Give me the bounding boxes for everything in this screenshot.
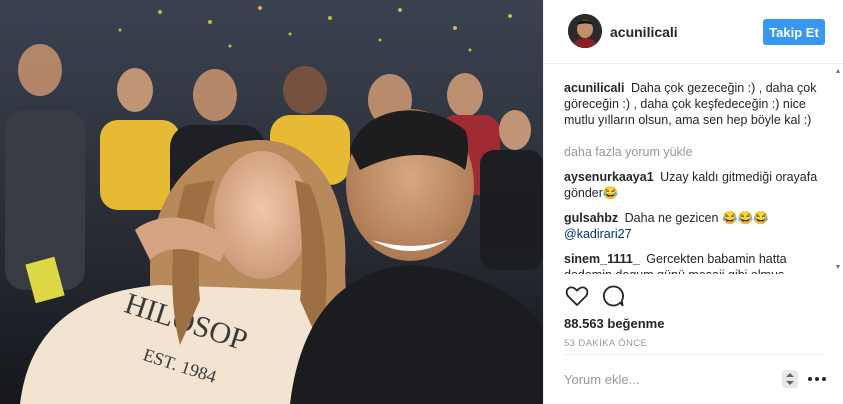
avatar-image	[568, 14, 602, 48]
more-dots-icon	[808, 377, 826, 381]
comment-mention-link[interactable]: @kadirari27	[564, 226, 826, 242]
heart-icon	[565, 286, 589, 306]
comment-username[interactable]: gulsahbz	[564, 211, 618, 225]
comment-username[interactable]: sinem_1111_	[564, 252, 640, 266]
like-button[interactable]	[564, 283, 590, 309]
comments-scrollbar[interactable]: ▲ ▼	[834, 66, 842, 274]
post-header: acunilicali Takip Et	[544, 0, 843, 64]
header-username[interactable]: acunilicali	[610, 24, 678, 40]
likes-count[interactable]: 88.563 beğenme	[564, 316, 664, 331]
post-timestamp[interactable]: 53 DAKİKA ÖNCE	[564, 338, 647, 349]
scroll-up-arrow-icon[interactable]: ▲	[834, 68, 842, 76]
comment-button[interactable]	[600, 283, 626, 309]
comment-item: gulsahbz Daha ne gezicen 😂😂😂 @kadirari27	[564, 210, 826, 242]
load-more-comments-link[interactable]: daha fazla yorum yükle	[564, 144, 826, 160]
up-down-arrows-icon	[786, 373, 794, 385]
comment-item: aysenurkaaya1 Uzay kaldı gitmediği oraya…	[564, 169, 826, 201]
comment-icon	[602, 285, 624, 307]
more-options-button[interactable]	[806, 372, 828, 386]
comment-username[interactable]: aysenurkaaya1	[564, 170, 654, 184]
caption: acunilicali Daha çok gezeceğin :) , daha…	[564, 80, 826, 128]
follow-button[interactable]: Takip Et	[763, 19, 825, 45]
add-comment-input[interactable]	[564, 368, 779, 390]
comment-input-spinner-button[interactable]	[782, 370, 798, 388]
avatar[interactable]	[568, 14, 602, 48]
post-side-panel: acunilicali Takip Et acunilicali Daha ço…	[543, 0, 843, 404]
post-photo[interactable]: HILOSOP EST. 1984	[0, 0, 543, 404]
post-photo-image: HILOSOP EST. 1984	[0, 0, 543, 404]
caption-username[interactable]: acunilicali	[564, 81, 624, 95]
comments-list[interactable]: acunilicali Daha çok gezeceğin :) , daha…	[564, 66, 826, 274]
divider	[564, 354, 824, 355]
comment-item: sinem_1111_ Gercekten babamin hatta dede…	[564, 251, 826, 274]
instagram-post-modal: HILOSOP EST. 1984 acunilical	[0, 0, 843, 404]
scroll-down-arrow-icon[interactable]: ▼	[834, 264, 842, 272]
post-actions	[564, 283, 824, 309]
comment-text: Daha ne gezicen 😂😂😂	[624, 211, 769, 225]
